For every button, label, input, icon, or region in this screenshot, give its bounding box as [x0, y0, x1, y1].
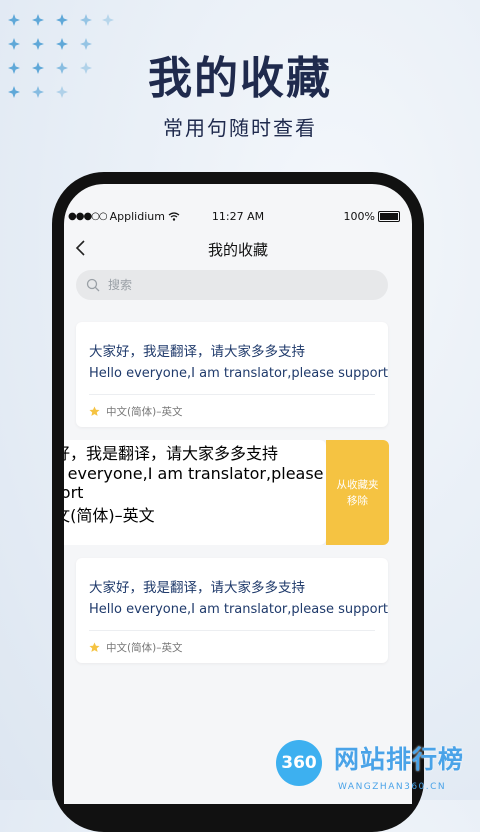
hero-title: 我的收藏: [148, 53, 332, 104]
remove-from-favorites-button[interactable]: 从收藏夹 移除: [326, 440, 389, 545]
search-icon: [86, 278, 100, 292]
favorite-translation-text: Hello everyone,I am translator,please su…: [64, 464, 324, 502]
favorite-source-text: 大家好，我是翻译，请大家多多支持: [64, 444, 279, 463]
swiped-favorite-row[interactable]: 大家好，我是翻译，请大家多多支持 Hello everyone,I am tra…: [64, 440, 412, 545]
hero-subtitle: 常用句随时查看: [163, 116, 317, 140]
watermark-url: WANGZHAN360.CN: [338, 782, 447, 792]
favorite-card[interactable]: 大家好，我是翻译，请大家多多支持 Hello everyone,I am tra…: [76, 558, 388, 663]
remove-button-label-line1: 从收藏夹: [336, 478, 379, 491]
battery-icon: [378, 211, 400, 222]
watermark-text: 网站排行榜: [334, 745, 465, 774]
battery-percent: 100%: [343, 210, 375, 223]
phone-screen: ●●●○○ Applidium 11:27 AM 100% 我的收藏 大家好，我…: [64, 184, 412, 804]
divider: [89, 394, 375, 395]
favorite-source-text: 大家好，我是翻译，请大家多多支持: [89, 580, 305, 596]
star-icon[interactable]: [89, 406, 100, 417]
favorite-translation-text: Hello everyone,I am translator,please su…: [89, 366, 389, 381]
favorite-translation-text: Hello everyone,I am translator,please su…: [89, 602, 389, 617]
divider: [89, 630, 375, 631]
language-pair: 中文(简体)–英文: [106, 406, 183, 418]
nav-bar: 我的收藏: [64, 234, 412, 264]
page-title: 我的收藏: [207, 241, 268, 259]
search-bar[interactable]: [76, 270, 388, 300]
favorite-card[interactable]: 大家好，我是翻译，请大家多多支持 Hello everyone,I am tra…: [76, 322, 388, 427]
watermark-logo: 360 网站排行榜 WANGZHAN360.CN: [272, 736, 480, 800]
watermark-badge: 360: [276, 740, 322, 786]
favorite-card[interactable]: 大家好，我是翻译，请大家多多支持 Hello everyone,I am tra…: [64, 440, 326, 545]
remove-button-label-line2: 移除: [347, 494, 368, 507]
language-pair: 中文(简体)–英文: [106, 642, 183, 654]
search-input[interactable]: [106, 277, 370, 293]
star-icon[interactable]: [89, 642, 100, 653]
favorite-source-text: 大家好，我是翻译，请大家多多支持: [89, 344, 305, 360]
status-bar: ●●●○○ Applidium 11:27 AM 100%: [64, 210, 412, 226]
language-pair: 中文(简体)–英文: [64, 506, 155, 525]
